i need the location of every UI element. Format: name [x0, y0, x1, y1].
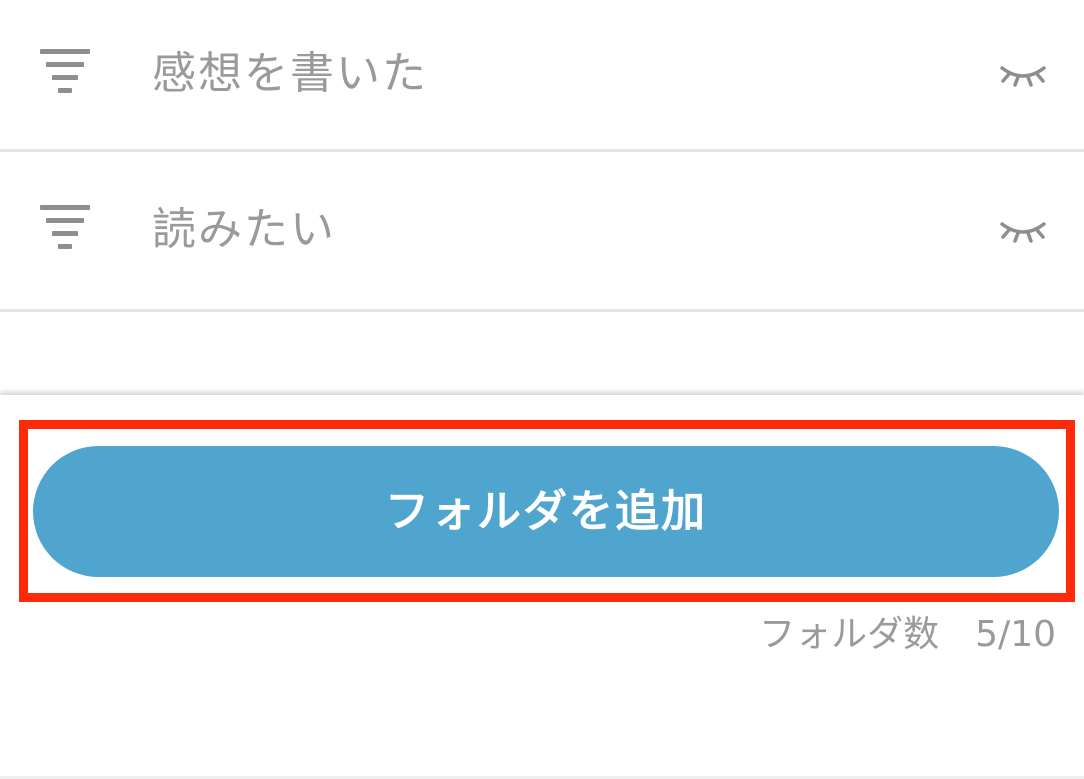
folder-count-label: フォルダ数: [759, 614, 940, 655]
bottom-action-panel: フォルダを追加 フォルダ数 5/10: [0, 395, 1084, 779]
folder-name: 感想を書いた: [152, 48, 428, 99]
eye-closed-icon[interactable]: [996, 210, 1050, 246]
folder-row[interactable]: 読みたい: [0, 152, 1084, 312]
drag-handle-icon[interactable]: [40, 49, 92, 93]
add-folder-button[interactable]: フォルダを追加: [33, 446, 1059, 577]
folder-name: 読みたい: [152, 204, 336, 255]
folder-row[interactable]: 感想を書いた: [0, 0, 1084, 152]
folder-count-value: 5/10: [975, 614, 1056, 655]
folder-count: フォルダ数 5/10: [759, 617, 1056, 653]
folder-list: 感想を書いた 読みたい: [0, 0, 1084, 312]
drag-handle-icon[interactable]: [40, 205, 92, 249]
eye-closed-icon[interactable]: [996, 54, 1050, 90]
